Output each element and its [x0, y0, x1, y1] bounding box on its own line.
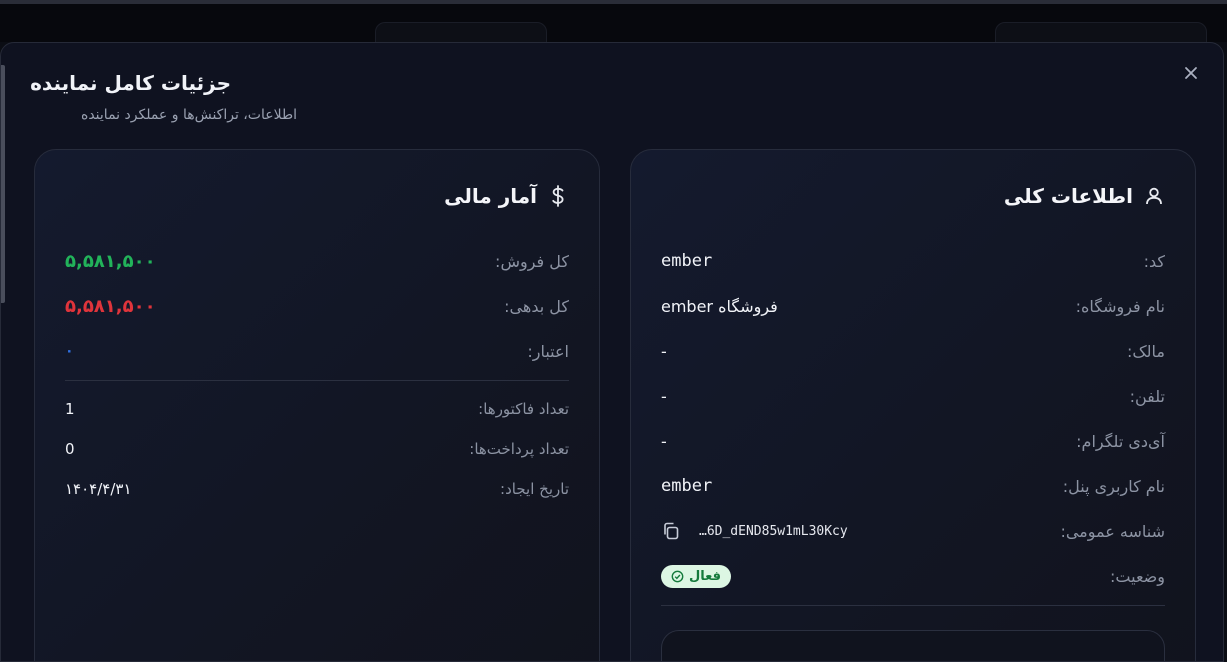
code-value: ember	[661, 251, 713, 271]
financial-stats-header: آمار مالی	[444, 184, 569, 208]
store-name-value: فروشگاه ember	[661, 296, 778, 316]
code-label: کد:	[1143, 251, 1165, 271]
check-circle-icon	[671, 570, 684, 582]
invoice-count-label: تعداد فاکتورها:	[478, 400, 569, 418]
finance-divider	[65, 380, 569, 381]
panel-username-label: نام کاربری پنل:	[1062, 476, 1165, 496]
info-row-code: کد: ember	[661, 248, 1165, 274]
owner-value: -	[661, 341, 667, 361]
scrollbar[interactable]	[1, 65, 5, 303]
status-badge: فعال	[661, 564, 732, 588]
financial-stats-title: آمار مالی	[444, 184, 537, 208]
dollar-icon	[547, 185, 569, 207]
invoice-count-value: 1	[65, 400, 75, 418]
total-sales-value: ۵,۵۸۱,۵۰۰	[65, 250, 156, 272]
info-row-telegram: آی‌دی تلگرام: -	[661, 428, 1165, 454]
user-icon	[1143, 185, 1165, 207]
modal-title: جزئیات کامل نماینده	[30, 71, 231, 95]
financial-stats-card: آمار مالی کل فروش: ۵,۵۸۱,۵۰۰ کل بدهی: ۵,…	[34, 149, 600, 661]
info-row-owner: مالک: -	[661, 338, 1165, 364]
stat-row-invoice-count: تعداد فاکتورها: 1	[65, 396, 569, 422]
payment-count-value: 0	[65, 440, 75, 458]
telegram-id-value: -	[661, 431, 667, 451]
stat-row-created-date: تاریخ ایجاد: ۱۴۰۴/۴/۳۱	[65, 476, 569, 502]
total-debt-label: کل بدهی:	[504, 296, 569, 316]
page-backdrop-header	[0, 0, 1227, 54]
close-button[interactable]	[1179, 61, 1203, 85]
total-sales-label: کل فروش:	[495, 251, 569, 271]
info-row-status: وضعیت: فعال	[661, 563, 1165, 589]
info-row-phone: تلفن: -	[661, 383, 1165, 409]
status-label: وضعیت:	[1110, 566, 1165, 586]
panel-username-value: ember	[661, 476, 713, 496]
general-info-title: اطلاعات کلی	[1003, 184, 1133, 208]
store-name-label: نام فروشگاه:	[1075, 296, 1165, 316]
modal-subtitle: اطلاعات، تراکنش‌ها و عملکرد نماینده	[81, 107, 297, 123]
payment-count-label: تعداد پرداخت‌ها:	[469, 440, 569, 458]
close-icon	[1185, 67, 1197, 79]
phone-label: تلفن:	[1129, 386, 1165, 406]
public-id-label: شناسه عمومی:	[1060, 521, 1165, 541]
info-row-public-id: شناسه عمومی: …6D_dEND85w1mL30Kcy	[661, 518, 1165, 544]
stat-row-total-sales: کل فروش: ۵,۵۸۱,۵۰۰	[65, 248, 569, 274]
stat-row-total-debt: کل بدهی: ۵,۵۸۱,۵۰۰	[65, 293, 569, 319]
stat-row-payment-count: تعداد پرداخت‌ها: 0	[65, 436, 569, 462]
owner-label: مالک:	[1126, 341, 1165, 361]
general-info-card: اطلاعات کلی کد: ember نام فروشگاه: فروشگ…	[630, 149, 1196, 661]
general-card-extra-box	[661, 630, 1165, 661]
status-badge-text: فعال	[689, 568, 722, 584]
agent-details-modal: جزئیات کامل نماینده اطلاعات، تراکنش‌ها و…	[0, 42, 1224, 662]
info-row-store-name: نام فروشگاه: فروشگاه ember	[661, 293, 1165, 319]
phone-value: -	[661, 386, 667, 406]
general-divider	[661, 605, 1165, 606]
stat-row-credit: اعتبار: ۰	[65, 338, 569, 364]
public-id-value: …6D_dEND85w1mL30Kcy	[699, 523, 848, 539]
created-date-value: ۱۴۰۴/۴/۳۱	[65, 480, 132, 498]
info-row-panel-username: نام کاربری پنل: ember	[661, 473, 1165, 499]
copy-icon[interactable]	[661, 521, 681, 541]
general-info-header: اطلاعات کلی	[1004, 184, 1165, 208]
credit-value: ۰	[65, 343, 74, 359]
created-date-label: تاریخ ایجاد:	[500, 480, 569, 498]
credit-label: اعتبار:	[527, 341, 569, 361]
total-debt-value: ۵,۵۸۱,۵۰۰	[65, 295, 156, 317]
telegram-id-label: آی‌دی تلگرام:	[1076, 431, 1165, 451]
public-id-value-group: …6D_dEND85w1mL30Kcy	[661, 521, 848, 541]
